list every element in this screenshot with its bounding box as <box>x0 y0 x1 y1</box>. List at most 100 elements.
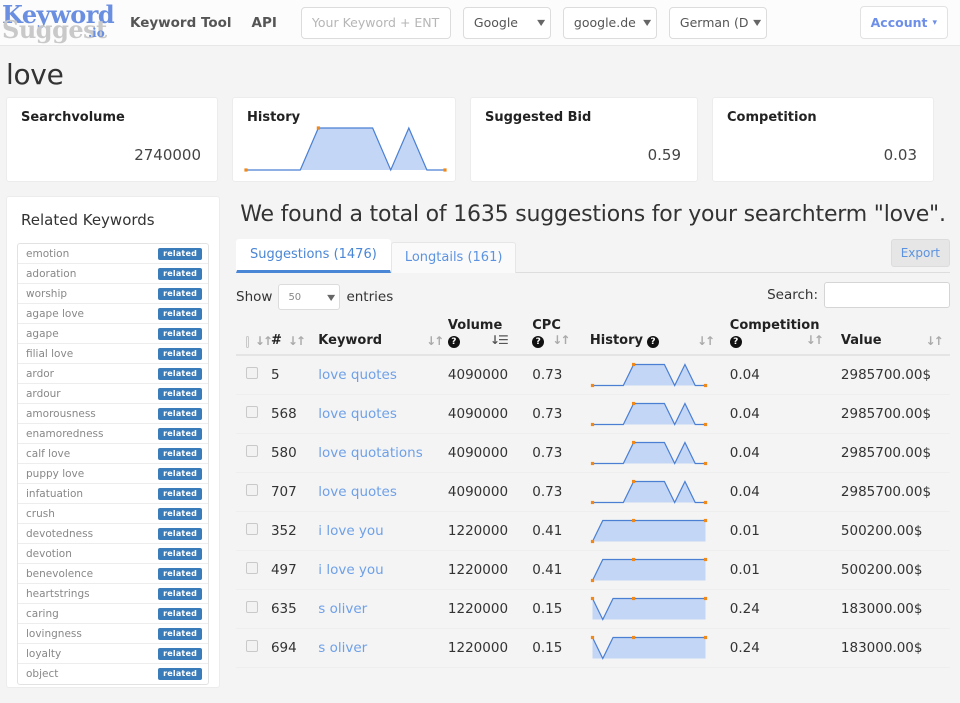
select-all-checkbox[interactable] <box>246 336 249 348</box>
row-volume: 4090000 <box>447 433 533 473</box>
row-keyword-text[interactable]: i love you <box>318 523 383 539</box>
row-checkbox[interactable] <box>246 405 258 418</box>
sort-icon-volume[interactable]: ↓☰ <box>490 333 509 348</box>
row-checkbox[interactable] <box>246 600 258 613</box>
sort-icon-keyword[interactable]: ↓↑ <box>426 334 444 348</box>
row-keyword-text[interactable]: s oliver <box>318 640 367 656</box>
related-keyword-item[interactable]: filial love related <box>18 344 208 364</box>
sort-icon-cpc[interactable]: ↓↑ <box>552 333 570 348</box>
row-keyword-text[interactable]: love quotes <box>318 406 397 422</box>
search-engine-select[interactable]: Google ▼ <box>462 6 551 39</box>
th-history: History ? ↓↑ <box>589 318 730 356</box>
related-keyword-item[interactable]: lovingness related <box>18 624 208 644</box>
related-keyword-item[interactable]: object related <box>18 664 208 684</box>
stat-cards: Searchvolume 2740000 History Suggested B… <box>0 97 960 182</box>
table-row[interactable]: 497 i love you 1220000 0.41 0.01 500200.00$ <box>236 550 950 590</box>
table-row[interactable]: 694 s oliver 1220000 0.15 0.24 183000.00$ <box>236 628 950 668</box>
history-help-icon[interactable]: ? <box>646 336 659 348</box>
nav-link-api[interactable]: API <box>242 15 287 31</box>
table-search-input[interactable] <box>824 282 950 308</box>
related-keyword-item[interactable]: crush related <box>18 504 208 524</box>
sort-icon-number[interactable]: ↓↑ <box>288 334 306 348</box>
related-keyword-item[interactable]: agape related <box>18 324 208 344</box>
row-volume: 4090000 <box>447 472 533 512</box>
table-row[interactable]: 707 love quotes 4090000 0.73 0.04 2985700.00$ <box>236 472 950 512</box>
row-value: 2985700.00$ <box>840 355 950 395</box>
row-checkbox[interactable] <box>246 444 258 457</box>
row-keyword-text[interactable]: love quotes <box>318 484 397 500</box>
domain-select[interactable]: google.de (G ▼ <box>562 6 657 39</box>
related-keyword-item[interactable]: puppy love related <box>18 464 208 484</box>
row-checkbox[interactable] <box>246 639 258 652</box>
row-history-sparkline <box>590 557 707 582</box>
row-select-cell <box>236 589 271 629</box>
related-keywords-title: Related Keywords <box>21 211 155 229</box>
tab-longtails[interactable]: Longtails (161) <box>390 242 517 273</box>
related-keyword-label: devotion <box>26 547 72 560</box>
keyword-input[interactable] <box>300 6 451 39</box>
row-history-cell <box>589 511 730 551</box>
related-keyword-item[interactable]: ardour related <box>18 384 208 404</box>
related-keyword-item[interactable]: benevolence related <box>18 564 208 584</box>
related-badge: related <box>158 267 202 280</box>
related-keyword-item[interactable]: calf love related <box>18 444 208 464</box>
language-value: German (Deu <box>679 15 748 30</box>
sort-icon-select[interactable]: ↓↑ <box>255 334 273 348</box>
table-row[interactable]: 352 i love you 1220000 0.41 0.01 500200.00$ <box>236 511 950 551</box>
row-history-sparkline <box>590 440 707 465</box>
th-keyword-label: Keyword <box>318 333 383 348</box>
table-row[interactable]: 568 love quotes 4090000 0.73 0.04 2985700.00$ <box>236 394 950 434</box>
sort-icon-competition[interactable]: ↓↑ <box>806 333 824 348</box>
row-number-text: 707 <box>270 483 297 500</box>
page-length-select[interactable]: 50 ▼ <box>278 284 341 310</box>
related-keyword-label: enamoredness <box>26 427 104 440</box>
related-keyword-item[interactable]: heartstrings related <box>18 584 208 604</box>
site-logo[interactable]: Keyword Suggest .io <box>0 0 115 45</box>
related-keyword-label: lovingness <box>26 627 82 640</box>
th-number-label: # <box>270 333 282 348</box>
related-keyword-item[interactable]: infatuation related <box>18 484 208 504</box>
language-select[interactable]: German (Deu ▼ <box>668 6 767 39</box>
row-volume-text: 4090000 <box>447 405 509 422</box>
related-keyword-item[interactable]: devotion related <box>18 544 208 564</box>
table-row[interactable]: 5 love quotes 4090000 0.73 0.04 2985700.00$ <box>236 355 950 395</box>
volume-help-icon[interactable]: ? <box>447 336 460 348</box>
related-keyword-item[interactable]: amorousness related <box>18 404 208 424</box>
row-checkbox[interactable] <box>246 366 258 379</box>
related-keyword-item[interactable]: agape love related <box>18 304 208 324</box>
related-keyword-item[interactable]: loyalty related <box>18 644 208 664</box>
card-searchvolume: Searchvolume 2740000 <box>6 97 218 182</box>
row-keyword-text[interactable]: love quotes <box>318 367 397 383</box>
cpc-help-icon[interactable]: ? <box>532 336 545 348</box>
nav-link-keyword-tool[interactable]: Keyword Tool <box>120 15 242 31</box>
export-button[interactable]: Export <box>890 239 950 267</box>
related-keyword-item[interactable]: devotedness related <box>18 524 208 544</box>
sort-icon-value[interactable]: ↓↑ <box>926 334 944 348</box>
tab-suggestions[interactable]: Suggestions (1476) <box>236 239 391 273</box>
row-number: 580 <box>270 433 319 473</box>
competition-help-icon[interactable]: ? <box>729 336 742 348</box>
related-keyword-item[interactable]: enamoredness related <box>18 424 208 444</box>
table-row[interactable]: 580 love quotations 4090000 0.73 0.04 2985700… <box>236 433 950 473</box>
related-keyword-label: benevolence <box>26 567 94 580</box>
row-keyword-text[interactable]: i love you <box>318 562 383 578</box>
related-keyword-item[interactable]: caring related <box>18 604 208 624</box>
row-checkbox[interactable] <box>246 522 258 535</box>
row-checkbox[interactable] <box>246 483 258 496</box>
account-button[interactable]: Account ▾ <box>859 6 948 39</box>
related-keyword-item[interactable]: emotion related <box>18 244 208 264</box>
related-keyword-item[interactable]: adoration related <box>18 264 208 284</box>
row-checkbox[interactable] <box>246 561 258 574</box>
related-badge: related <box>158 447 202 460</box>
row-keyword-text[interactable]: s oliver <box>318 601 367 617</box>
related-keyword-item[interactable]: worship related <box>18 284 208 304</box>
table-search: Search: <box>767 282 950 308</box>
related-keyword-item[interactable]: ardor related <box>18 364 208 384</box>
row-number: 707 <box>270 472 319 512</box>
row-number-text: 635 <box>270 600 297 617</box>
row-value: 183000.00$ <box>840 589 950 629</box>
table-row[interactable]: 635 s oliver 1220000 0.15 0.24 183000.00$ <box>236 589 950 629</box>
row-keyword-text[interactable]: love quotations <box>318 445 422 461</box>
row-value: 500200.00$ <box>840 511 950 551</box>
sort-icon-history[interactable]: ↓↑ <box>697 334 715 348</box>
